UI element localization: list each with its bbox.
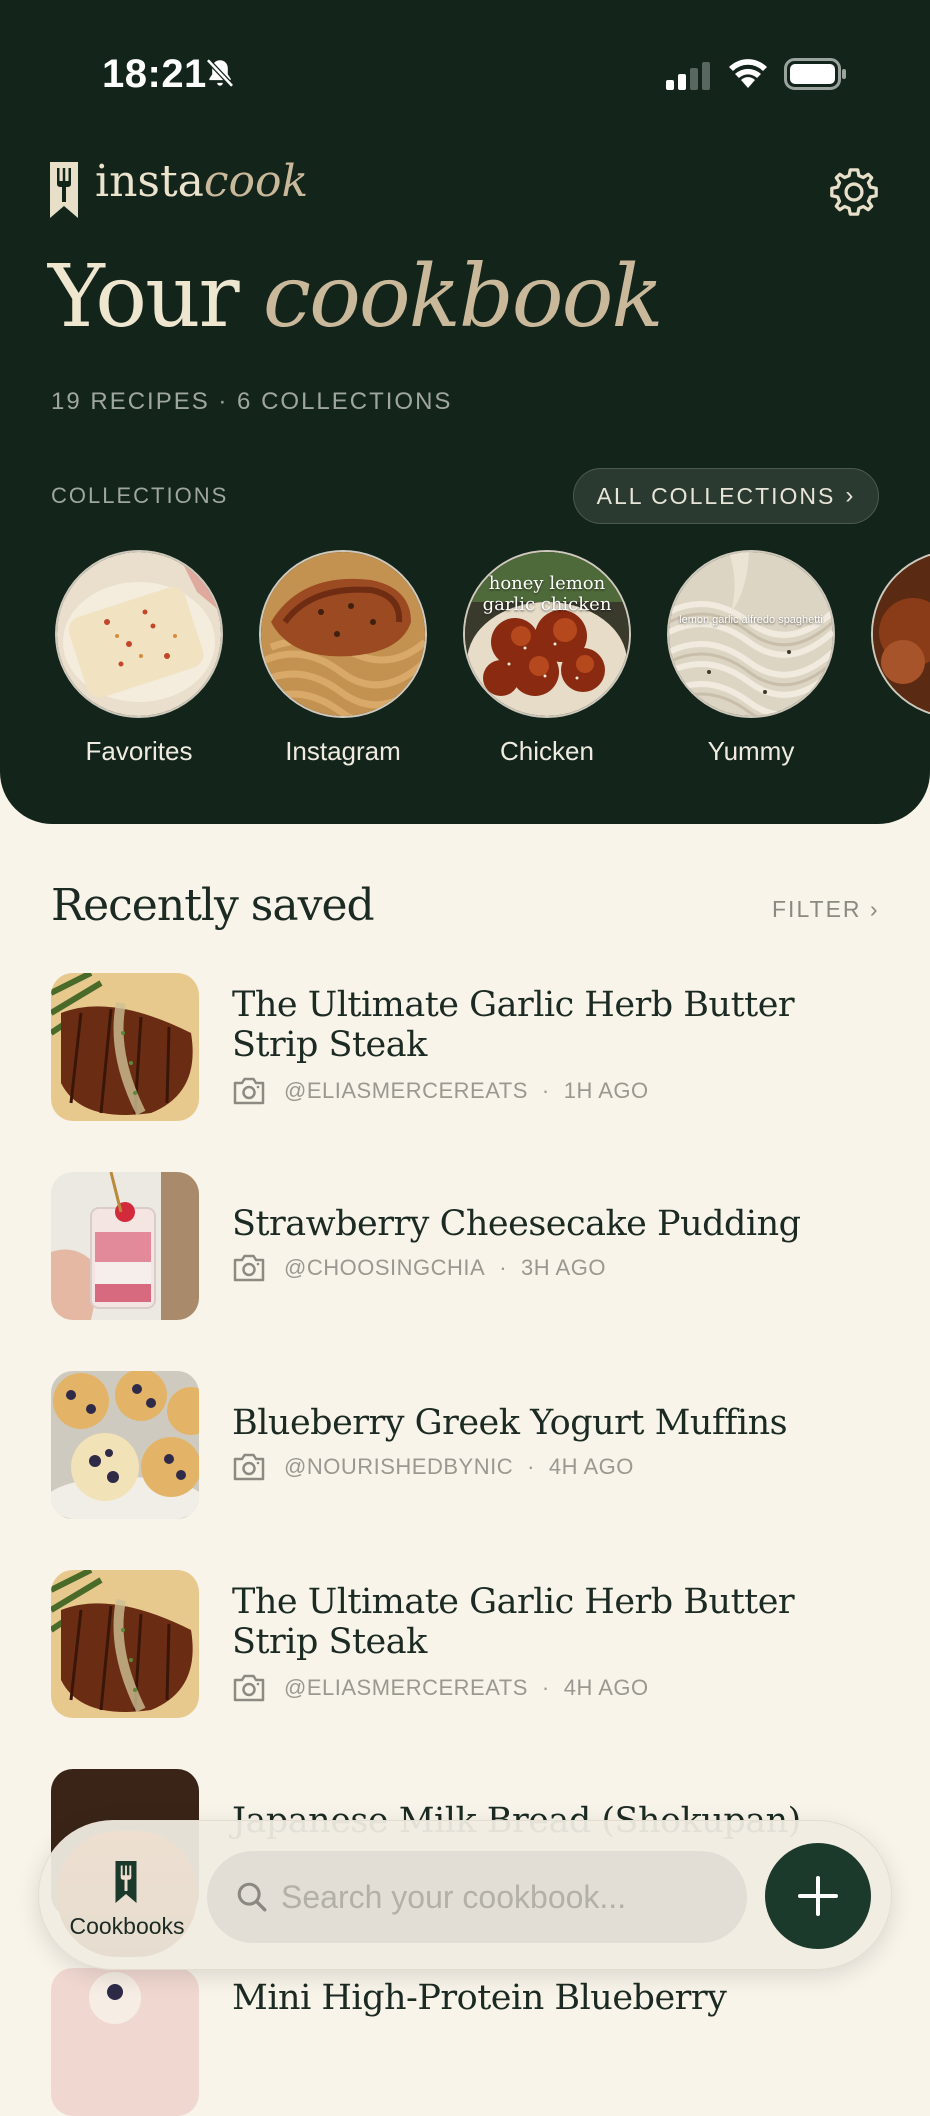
camera-icon [233, 1077, 265, 1105]
collection-thumbnail: honey lemon garlic chicken [463, 550, 631, 718]
recently-saved-heading: Recently saved [51, 880, 375, 931]
chevron-right-icon: › [869, 896, 880, 922]
recipe-thumbnail [51, 1371, 199, 1519]
add-recipe-button[interactable] [765, 1843, 871, 1949]
collections-label: COLLECTIONS [51, 483, 229, 508]
tab-cookbooks[interactable]: Cookbooks [57, 1831, 197, 1957]
list-item[interactable]: Mini High-Protein Blueberry [51, 1968, 891, 2116]
collection-thumbnail [259, 550, 427, 718]
bottom-bar: Cookbooks Search your cookbook... [38, 1820, 892, 1970]
collection-thumbnail [55, 550, 223, 718]
recipe-meta: @CHOOSINGCHIA · 3H AGO [232, 1254, 606, 1282]
list-item[interactable]: The Ultimate Garlic Herb Butter Strip St… [51, 1570, 891, 1718]
app-logo: instacook [95, 156, 309, 207]
collection-partial[interactable] [871, 550, 930, 718]
plus-icon [798, 1876, 838, 1916]
cookbook-fork-icon [115, 1861, 137, 1903]
cookbook-stats: 19 RECIPES · 6 COLLECTIONS [51, 388, 453, 415]
recipe-title: The Ultimate Garlic Herb Butter Strip St… [232, 985, 795, 1065]
all-collections-button[interactable]: ALL COLLECTIONS › [573, 468, 879, 524]
recipe-thumbnail [51, 1968, 199, 2116]
recipe-title: Blueberry Greek Yogurt Muffins [232, 1403, 788, 1443]
recipe-thumbnail [51, 1172, 199, 1320]
recipe-title: Mini High-Protein Blueberry [232, 1978, 727, 2018]
recipe-meta: @ELIASMERCEREATS · 1H AGO [232, 1077, 649, 1105]
page-title: Your cookbook [48, 247, 663, 347]
recipe-meta: @ELIASMERCEREATS · 4H AGO [232, 1674, 649, 1702]
bell-muted-icon [206, 58, 234, 88]
list-item[interactable]: Strawberry Cheesecake Pudding @CHOOSINGC… [51, 1172, 891, 1320]
recipe-meta: @NOURISHEDBYNIC · 4H AGO [232, 1453, 634, 1481]
recipe-title: Strawberry Cheesecake Pudding [232, 1204, 801, 1244]
collection-thumbnail: lemon garlic alfredo spaghetti [667, 550, 835, 718]
cellular-signal-icon [666, 62, 710, 90]
settings-gear-icon[interactable] [826, 164, 882, 220]
search-input[interactable]: Search your cookbook... [207, 1851, 747, 1943]
list-item[interactable]: The Ultimate Garlic Herb Butter Strip St… [51, 973, 891, 1121]
search-icon [237, 1882, 267, 1912]
camera-icon [233, 1674, 265, 1702]
fork-logo-icon [50, 162, 78, 218]
collection-instagram[interactable]: Instagram [259, 550, 427, 767]
collection-favorites[interactable]: Favorites [55, 550, 223, 767]
chevron-right-icon: › [845, 482, 856, 509]
collection-yummy[interactable]: lemon garlic alfredo spaghetti Yummy [667, 550, 835, 767]
recipe-thumbnail [51, 1570, 199, 1718]
battery-icon [784, 58, 846, 90]
recipe-thumbnail [51, 973, 199, 1121]
camera-icon [233, 1453, 265, 1481]
recipe-title: The Ultimate Garlic Herb Butter Strip St… [232, 1582, 795, 1662]
status-time: 18:21 [102, 52, 207, 96]
collection-chicken[interactable]: honey lemon garlic chicken Chicken [463, 550, 631, 767]
list-item[interactable]: Blueberry Greek Yogurt Muffins @NOURISHE… [51, 1371, 891, 1519]
collection-thumbnail [871, 550, 930, 718]
header: 18:21 instacook Your cookbook 19 RECIPES… [0, 0, 930, 824]
camera-icon [233, 1254, 265, 1282]
wifi-icon [729, 59, 767, 88]
filter-button[interactable]: FILTER › [772, 896, 880, 923]
